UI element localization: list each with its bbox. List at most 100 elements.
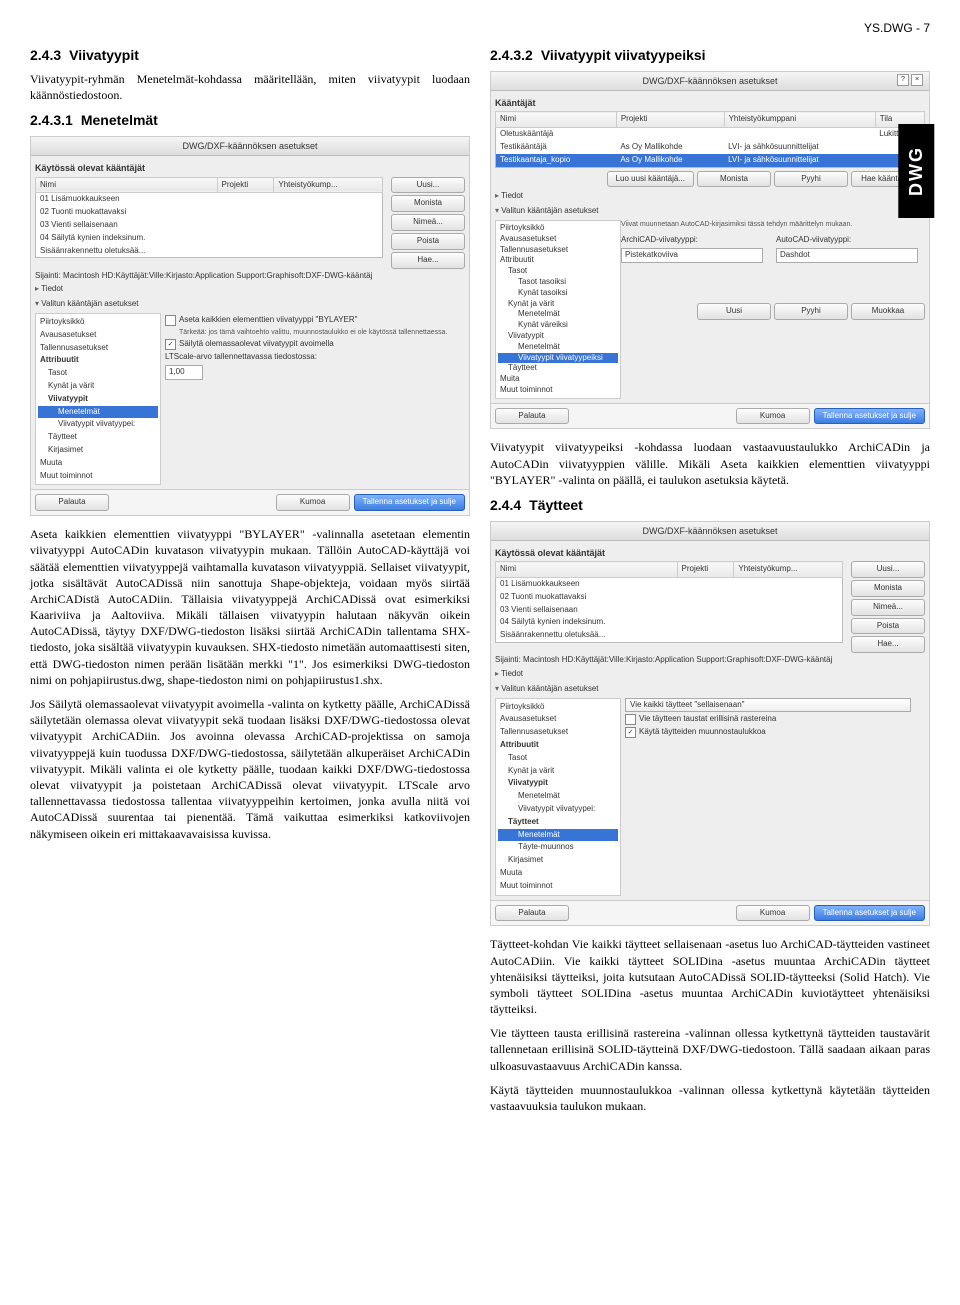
rename-button[interactable]: Nimeä... <box>851 599 925 616</box>
sidebar-item[interactable]: Tallennusasetukset <box>38 342 158 355</box>
fills-conversion-table-checkbox[interactable]: Käytä täytteiden muunnostaulukkoa <box>625 727 925 738</box>
cancel-button[interactable]: Kumoa <box>736 408 810 425</box>
sidebar-item[interactable]: Muuta <box>38 457 158 470</box>
sidebar-item[interactable]: Muut toiminnot <box>38 470 158 483</box>
sidebar-item[interactable]: Viivatyypit viivatyypei: <box>498 803 618 816</box>
tree-item[interactable]: Avausasetukset <box>498 234 618 245</box>
settings-tree[interactable]: Piirtoyksikkö Avausasetukset Tallennusas… <box>495 220 621 399</box>
restore-button[interactable]: Palauta <box>495 905 569 922</box>
sidebar-item[interactable]: Tasot <box>38 367 158 380</box>
tree-item[interactable]: Tasot tasoiksi <box>498 277 618 288</box>
table-row[interactable]: 02 Tuonti muokattavaksi <box>36 206 218 219</box>
sidebar-item[interactable]: Attribuutit <box>38 354 158 367</box>
help-icon[interactable]: ? <box>897 74 909 86</box>
tree-item[interactable]: Tasot <box>498 266 618 277</box>
erase-button[interactable]: Pyyhi <box>774 171 848 188</box>
table-row[interactable]: 02 Tuonti muokattavaksi <box>496 591 678 604</box>
sidebar-item[interactable]: Tasot <box>498 752 618 765</box>
bylayer-checkbox[interactable]: Aseta kaikkien elementtien viivatyyppi "… <box>165 315 465 326</box>
sidebar-item[interactable]: Menetelmät <box>498 790 618 803</box>
sidebar-item[interactable]: Täytteet <box>38 431 158 444</box>
tree-item[interactable]: Muita <box>498 374 618 385</box>
find-button[interactable]: Hae... <box>391 252 465 269</box>
table-cell[interactable]: Oletuskääntäjä <box>496 128 617 141</box>
sidebar-item[interactable]: Avausasetukset <box>38 329 158 342</box>
disclosure-settings[interactable]: Valitun kääntäjän asetukset <box>495 205 925 218</box>
sidebar-item[interactable]: Kynät ja värit <box>498 765 618 778</box>
tree-item[interactable]: Menetelmät <box>498 309 618 320</box>
tree-item[interactable]: Piirtoyksikkö <box>498 223 618 234</box>
cancel-button[interactable]: Kumoa <box>276 494 350 511</box>
ltscale-input[interactable]: 1,00 <box>165 365 203 380</box>
erase-button[interactable]: Pyyhi <box>774 303 848 320</box>
table-row[interactable]: 03 Vienti sellaisenaan <box>496 604 678 617</box>
table-row[interactable]: Sisäänrakennettu oletuksää... <box>36 245 218 258</box>
duplicate-button[interactable]: Monista <box>851 580 925 597</box>
tree-item-selected[interactable]: Viivatyypit viivatyypeiksi <box>498 353 618 364</box>
disclosure-tiedot[interactable]: Tiedot <box>495 190 925 203</box>
sidebar-item[interactable]: Viivatyypit viivatyypei: <box>38 418 158 431</box>
tree-item[interactable]: Menetelmät <box>498 342 618 353</box>
settings-sidebar[interactable]: Piirtoyksikkö Avausasetukset Tallennusas… <box>35 313 161 485</box>
sidebar-item[interactable]: Muuta <box>498 867 618 880</box>
delete-button[interactable]: Poista <box>851 618 925 635</box>
sidebar-item[interactable]: Muut toiminnot <box>498 880 618 893</box>
find-button[interactable]: Hae... <box>851 636 925 653</box>
close-icon[interactable]: × <box>911 74 923 86</box>
delete-button[interactable]: Poista <box>391 233 465 250</box>
save-close-button[interactable]: Tallenna asetukset ja sulje <box>814 905 925 922</box>
duplicate-button[interactable]: Monista <box>391 195 465 212</box>
duplicate-button[interactable]: Monista <box>697 171 771 188</box>
translators-table[interactable]: NimiProjektiYhteistyökump... 01 Lisämuok… <box>35 177 383 259</box>
translators-table[interactable]: NimiProjektiYhteistyökump... 01 Lisämuok… <box>495 561 843 643</box>
sidebar-item[interactable]: Kynät ja värit <box>38 380 158 393</box>
tree-item[interactable]: Muut toiminnot <box>498 385 618 396</box>
sidebar-item[interactable]: Viivatyypit <box>38 393 158 406</box>
table-row[interactable]: 01 Lisämuokkaukseen <box>36 193 218 206</box>
sidebar-item[interactable]: Kirjasimet <box>38 444 158 457</box>
edit-button[interactable]: Muokkaa <box>851 303 925 320</box>
sidebar-item-selected[interactable]: Menetelmät <box>38 406 158 419</box>
sidebar-item-selected[interactable]: Menetelmät <box>498 829 618 842</box>
cancel-button[interactable]: Kumoa <box>736 905 810 922</box>
tree-item[interactable]: Kynät väreiksi <box>498 320 618 331</box>
sidebar-item[interactable]: Viivatyypit <box>498 777 618 790</box>
sidebar-item[interactable]: Piirtoyksikkö <box>38 316 158 329</box>
translators-table[interactable]: NimiProjektiYhteistyökumppaniTila Oletus… <box>495 111 925 167</box>
disclosure-tiedot[interactable]: Tiedot <box>35 283 465 296</box>
table-row[interactable]: 03 Vienti sellaisenaan <box>36 219 218 232</box>
save-close-button[interactable]: Tallenna asetukset ja sulje <box>354 494 465 511</box>
tree-item[interactable]: Tallennusasetukset <box>498 245 618 256</box>
tree-item[interactable]: Kynät tasoiksi <box>498 288 618 299</box>
archicad-linetype-input[interactable]: Pistekatkoviiva <box>621 248 763 263</box>
rename-button[interactable]: Nimeä... <box>391 214 465 231</box>
table-row[interactable]: 01 Lisämuokkaukseen <box>496 578 678 591</box>
disclosure-tiedot[interactable]: Tiedot <box>495 668 925 681</box>
new-button[interactable]: Uusi... <box>851 561 925 578</box>
tree-item[interactable]: Attribuutit <box>498 255 618 266</box>
sidebar-item[interactable]: Piirtoyksikkö <box>498 701 618 714</box>
disclosure-settings[interactable]: Valitun kääntäjän asetukset <box>495 683 925 696</box>
sidebar-item[interactable]: Attribuutit <box>498 739 618 752</box>
sidebar-item[interactable]: Kirjasimet <box>498 854 618 867</box>
disclosure-settings[interactable]: Valitun kääntäjän asetukset <box>35 298 465 311</box>
sidebar-item[interactable]: Täyte-muunnos <box>498 841 618 854</box>
restore-button[interactable]: Palauta <box>35 494 109 511</box>
table-cell[interactable]: Testikääntäjä <box>496 141 617 154</box>
sidebar-item[interactable]: Täytteet <box>498 816 618 829</box>
table-row[interactable]: 04 Säilytä kynien indeksinum. <box>36 232 218 245</box>
fills-bg-raster-checkbox[interactable]: Vie täytteen taustat erillisinä rasterei… <box>625 714 925 725</box>
tree-item[interactable]: Kynät ja värit <box>498 299 618 310</box>
sidebar-item[interactable]: Tallennusasetukset <box>498 726 618 739</box>
new-translator-button[interactable]: Luo uusi kääntäjä... <box>607 171 694 188</box>
settings-sidebar[interactable]: Piirtoyksikkö Avausasetukset Tallennusas… <box>495 698 621 896</box>
autocad-linetype-input[interactable]: Dashdot <box>776 248 918 263</box>
tree-item[interactable]: Täytteet <box>498 363 618 374</box>
fills-export-dropdown[interactable]: Vie kaikki täytteet "sellaisenaan" <box>625 698 911 713</box>
sidebar-item[interactable]: Avausasetukset <box>498 713 618 726</box>
restore-button[interactable]: Palauta <box>495 408 569 425</box>
new-button[interactable]: Uusi... <box>391 177 465 194</box>
table-row[interactable]: Sisäänrakennettu oletuksää... <box>496 629 678 642</box>
new-button[interactable]: Uusi <box>697 303 771 320</box>
tree-item[interactable]: Viivatyypit <box>498 331 618 342</box>
